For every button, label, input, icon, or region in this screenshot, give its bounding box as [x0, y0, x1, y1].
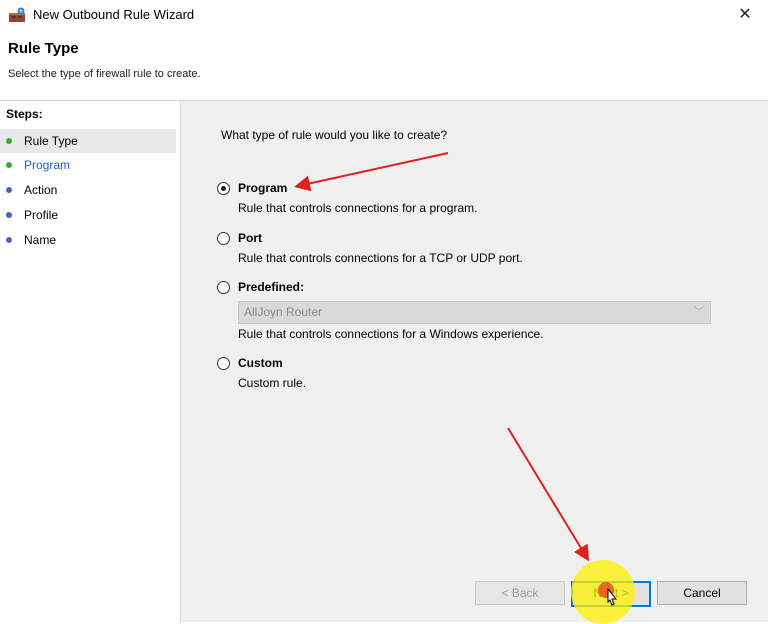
step-dot-icon — [6, 212, 12, 218]
step-dot-icon — [6, 237, 12, 243]
step-label: Action — [24, 183, 58, 197]
steps-sidebar: Steps: Rule Type Program Action Profile … — [0, 100, 181, 622]
option-label: Custom — [238, 356, 283, 370]
option-description: Custom rule. — [238, 376, 307, 390]
firewall-app-icon — [9, 7, 25, 22]
close-button[interactable]: ✕ — [722, 0, 768, 30]
title-bar: New Outbound Rule Wizard ✕ — [0, 0, 768, 30]
step-profile[interactable]: Profile — [0, 203, 176, 227]
close-icon: ✕ — [738, 6, 752, 23]
option-description: Rule that controls connections for a pro… — [238, 201, 478, 215]
radio-custom[interactable] — [217, 357, 230, 370]
step-label: Name — [24, 233, 57, 247]
wizard-header: Rule Type Select the type of firewall ru… — [0, 30, 768, 100]
predefined-rule-select[interactable]: AllJoyn Router ﹀ — [238, 301, 711, 324]
chevron-down-icon: ﹀ — [694, 307, 704, 318]
step-label: Rule Type — [24, 134, 78, 148]
step-label: Program — [24, 158, 71, 172]
step-dot-icon — [6, 187, 12, 193]
page-subtitle: Select the type of firewall rule to crea… — [8, 68, 201, 80]
option-description: Rule that controls connections for a Win… — [238, 327, 544, 341]
window-title: New Outbound Rule Wizard — [33, 7, 195, 22]
back-button[interactable]: < Back — [475, 581, 565, 605]
option-description: Rule that controls connections for a TCP… — [238, 251, 523, 265]
selected-value: AllJoyn Router — [244, 305, 323, 319]
step-rule-type[interactable]: Rule Type — [0, 129, 176, 153]
radio-predefined[interactable] — [217, 281, 230, 294]
click-highlight — [571, 560, 635, 624]
step-action[interactable]: Action — [0, 178, 176, 202]
step-label: Profile — [24, 208, 59, 222]
steps-label: Steps: — [6, 107, 43, 121]
mouse-cursor-icon — [607, 588, 618, 606]
step-dot-icon — [6, 162, 12, 168]
option-label: Predefined: — [238, 280, 305, 294]
rule-type-panel: What type of rule would you like to crea… — [181, 100, 768, 622]
step-dot-icon — [6, 138, 12, 144]
option-label: Port — [238, 231, 262, 245]
radio-port[interactable] — [217, 232, 230, 245]
radio-program[interactable] — [217, 182, 230, 195]
step-name[interactable]: Name — [0, 228, 176, 252]
rule-type-question: What type of rule would you like to crea… — [221, 128, 448, 142]
page-title: Rule Type — [8, 40, 79, 57]
option-label: Program — [238, 181, 288, 195]
step-program[interactable]: Program — [0, 153, 176, 177]
cancel-button[interactable]: Cancel — [657, 581, 747, 605]
